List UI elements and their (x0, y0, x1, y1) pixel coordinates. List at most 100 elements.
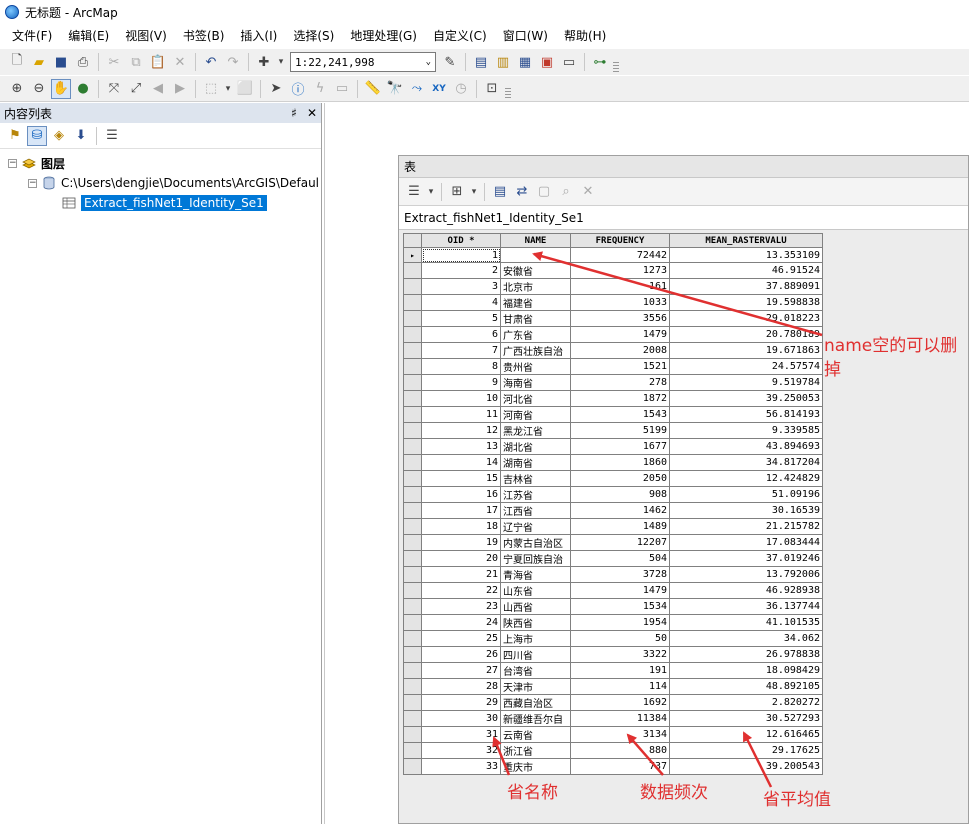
cell-frequency[interactable]: 1692 (570, 694, 670, 711)
cell-oid[interactable]: 32 (421, 742, 501, 759)
cell-oid[interactable]: 10 (421, 390, 501, 407)
row-selector[interactable] (403, 646, 422, 663)
cell-frequency[interactable]: 1273 (570, 262, 670, 279)
menu-file[interactable]: 文件(F) (4, 25, 60, 47)
cell-oid[interactable]: 21 (421, 566, 501, 583)
row-selector[interactable]: ▸ (403, 247, 422, 263)
undo-icon[interactable]: ↶ (201, 52, 221, 72)
row-selector[interactable] (403, 582, 422, 599)
cell-name[interactable]: 北京市 (500, 278, 571, 295)
cell-name[interactable]: 四川省 (500, 646, 571, 663)
cell-oid[interactable]: 3 (421, 278, 501, 295)
collapse-toggle-icon[interactable]: − (8, 158, 17, 168)
cut-icon[interactable]: ✂ (104, 52, 124, 72)
cell-oid[interactable]: 30 (421, 710, 501, 727)
table-row[interactable]: 19 内蒙古自治区 12207 17.083444 (403, 534, 823, 551)
chevron-down-icon[interactable]: ▾ (223, 79, 233, 99)
menu-geoprocessing[interactable]: 地理处理(G) (342, 25, 425, 47)
cell-mean[interactable]: 51.09196 (669, 486, 823, 503)
row-selector[interactable] (403, 374, 422, 391)
viewer-window-icon[interactable]: ⊡ (482, 79, 502, 99)
cell-frequency[interactable]: 1677 (570, 438, 670, 455)
row-selector[interactable] (403, 614, 422, 631)
html-popup-icon[interactable]: ▭ (332, 79, 352, 99)
cell-frequency[interactable]: 278 (570, 374, 670, 391)
zoom-in-icon[interactable]: ⊕ (7, 79, 27, 99)
editor-toolbar-icon[interactable]: ✎ (440, 52, 460, 72)
cell-mean[interactable]: 13.792006 (669, 566, 823, 583)
cell-name[interactable]: 安徽省 (500, 262, 571, 279)
cell-mean[interactable]: 19.598838 (669, 294, 823, 311)
cell-mean[interactable]: 13.353109 (669, 247, 823, 263)
cell-mean[interactable]: 30.527293 (669, 710, 823, 727)
table-row[interactable]: 14 湖南省 1860 34.817204 (403, 454, 823, 471)
cell-name[interactable]: 宁夏回族自治 (500, 550, 571, 567)
row-selector[interactable] (403, 278, 422, 295)
row-selector[interactable] (403, 518, 422, 535)
cell-frequency[interactable]: 3322 (570, 646, 670, 663)
menu-windows[interactable]: 窗口(W) (495, 25, 556, 47)
cell-frequency[interactable]: 1872 (570, 390, 670, 407)
table-row[interactable]: 31 云南省 3134 12.616465 (403, 726, 823, 743)
cell-frequency[interactable]: 1479 (570, 582, 670, 599)
table-row[interactable]: 32 浙江省 880 29.17625 (403, 742, 823, 759)
cell-mean[interactable]: 39.200543 (669, 758, 823, 775)
cell-mean[interactable]: 56.814193 (669, 406, 823, 423)
zoom-out-icon[interactable]: ⊖ (29, 79, 49, 99)
column-header-frequency[interactable]: FREQUENCY (570, 233, 670, 248)
find-route-icon[interactable]: ⤳ (407, 79, 427, 99)
row-selector[interactable] (403, 310, 422, 327)
row-selector[interactable] (403, 566, 422, 583)
cell-oid[interactable]: 6 (421, 326, 501, 343)
column-header-name[interactable]: NAME (500, 233, 571, 248)
add-data-icon[interactable]: ✚ (254, 52, 274, 72)
cell-frequency[interactable]: 2008 (570, 342, 670, 359)
cell-mean[interactable]: 24.57574 (669, 358, 823, 375)
cell-oid[interactable]: 29 (421, 694, 501, 711)
cell-mean[interactable]: 19.671863 (669, 342, 823, 359)
table-row[interactable]: 27 台湾省 191 18.098429 (403, 662, 823, 679)
paste-icon[interactable]: 📋 (148, 52, 168, 72)
cell-frequency[interactable]: 1860 (570, 454, 670, 471)
cell-name[interactable]: 青海省 (500, 566, 571, 583)
table-of-contents-icon[interactable]: ▤ (471, 52, 491, 72)
menu-edit[interactable]: 编辑(E) (60, 25, 117, 47)
cell-frequency[interactable]: 3134 (570, 726, 670, 743)
cell-name[interactable]: 福建省 (500, 294, 571, 311)
redo-icon[interactable]: ↷ (223, 52, 243, 72)
cell-frequency[interactable]: 504 (570, 550, 670, 567)
cell-name[interactable]: 山东省 (500, 582, 571, 599)
tree-row-table[interactable]: Extract_fishNet1_Identity_Se1 (0, 193, 321, 213)
row-selector[interactable] (403, 502, 422, 519)
cell-mean[interactable]: 36.137744 (669, 598, 823, 615)
cell-oid[interactable]: 13 (421, 438, 501, 455)
select-elements-pointer-icon[interactable]: ➤ (266, 79, 286, 99)
cell-oid[interactable]: 17 (421, 502, 501, 519)
cell-name[interactable]: 吉林省 (500, 470, 571, 487)
list-by-selection-icon[interactable]: ⬇ (71, 126, 91, 146)
table-row[interactable]: 5 甘肃省 3556 29.018223 (403, 310, 823, 327)
cell-oid[interactable]: 15 (421, 470, 501, 487)
cell-frequency[interactable]: 191 (570, 662, 670, 679)
table-row[interactable]: 10 河北省 1872 39.250053 (403, 390, 823, 407)
table-row[interactable]: 30 新疆维吾尔自 11384 30.527293 (403, 710, 823, 727)
table-options-icon[interactable]: ☰ (404, 182, 424, 202)
cell-frequency[interactable]: 72442 (570, 247, 670, 263)
row-selector[interactable] (403, 662, 422, 679)
collapse-toggle-icon[interactable]: − (28, 178, 37, 188)
measure-icon[interactable]: 📏 (363, 79, 383, 99)
cell-oid[interactable]: 8 (421, 358, 501, 375)
cell-mean[interactable]: 17.083444 (669, 534, 823, 551)
cell-name[interactable]: 陕西省 (500, 614, 571, 631)
chevron-down-icon[interactable]: ▾ (276, 52, 286, 72)
cell-oid[interactable]: 4 (421, 294, 501, 311)
cell-name[interactable]: 山西省 (500, 598, 571, 615)
cell-oid[interactable]: 5 (421, 310, 501, 327)
fixed-zoom-out-icon[interactable]: ⤢ (126, 79, 146, 99)
search-window-icon[interactable]: ▦ (515, 52, 535, 72)
column-header-mean[interactable]: MEAN_RASTERVALU (669, 233, 823, 248)
copy-icon[interactable]: ⧉ (126, 52, 146, 72)
cell-mean[interactable]: 12.424829 (669, 470, 823, 487)
cell-oid[interactable]: 18 (421, 518, 501, 535)
cell-name[interactable]: 天津市 (500, 678, 571, 695)
